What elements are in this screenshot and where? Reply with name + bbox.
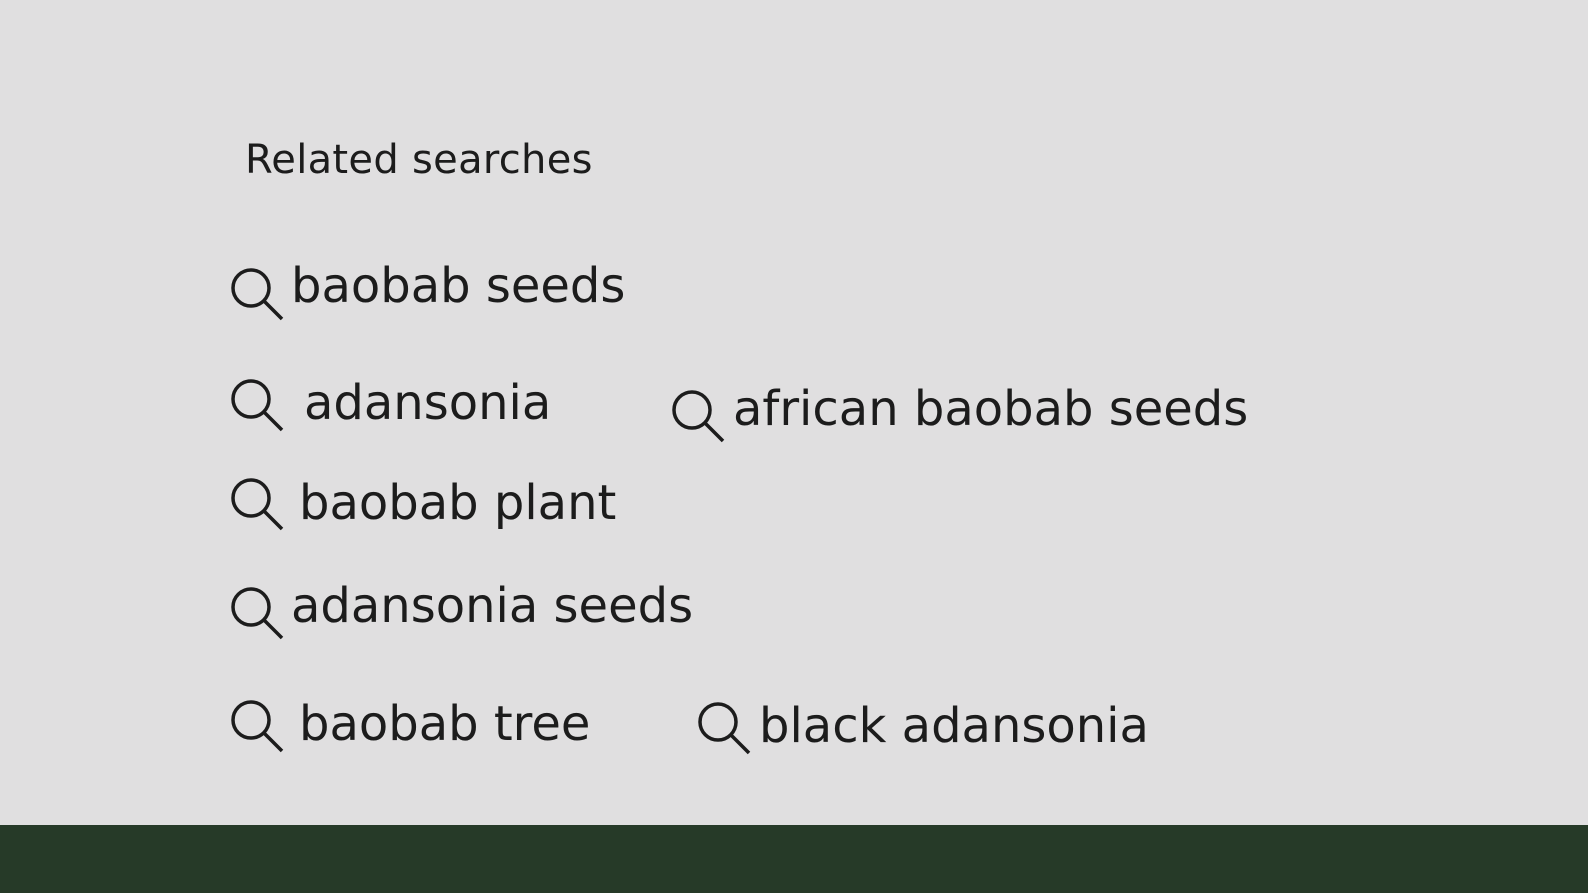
related-search-adansonia-seeds[interactable]: adansonia seeds — [229, 582, 709, 642]
related-search-baobab-plant[interactable]: baobab plant — [229, 476, 629, 536]
related-search-label: adansonia — [304, 375, 552, 431]
search-icon — [229, 266, 285, 322]
search-icon — [696, 700, 752, 756]
related-search-adansonia[interactable]: adansonia — [229, 377, 559, 437]
related-search-label: baobab seeds — [291, 258, 626, 314]
search-icon — [229, 476, 285, 532]
related-searches-heading: Related searches — [245, 137, 593, 183]
footer-bar — [0, 825, 1588, 893]
search-icon — [229, 698, 285, 754]
search-icon — [670, 388, 726, 444]
related-search-black-adansonia[interactable]: black adansonia — [696, 698, 1166, 760]
related-search-label: african baobab seeds — [733, 381, 1249, 437]
related-search-label: baobab plant — [299, 475, 617, 531]
related-search-label: adansonia seeds — [291, 578, 694, 634]
search-icon — [229, 377, 285, 433]
related-search-baobab-tree[interactable]: baobab tree — [229, 698, 609, 758]
related-search-label: baobab tree — [299, 696, 591, 752]
related-search-baobab-seeds[interactable]: baobab seeds — [229, 262, 639, 324]
related-search-label: black adansonia — [759, 698, 1149, 754]
search-icon — [229, 585, 285, 641]
related-search-african-baobab-seeds[interactable]: african baobab seeds — [670, 385, 1260, 445]
